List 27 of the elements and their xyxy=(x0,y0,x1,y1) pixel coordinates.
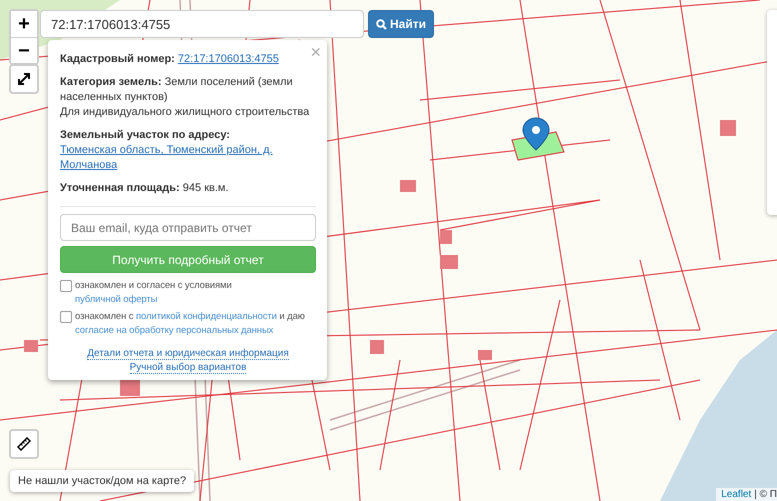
agreement-link[interactable]: публичной оферты xyxy=(75,294,158,305)
address-text: Земельный участок по адресу: Тюменская область, Тюменский район, д. Молчанова xyxy=(60,128,316,173)
search-field[interactable]: 72:17:1706013:4755 xyxy=(40,10,364,38)
map-marker-icon[interactable] xyxy=(522,118,550,150)
checkbox[interactable] xyxy=(60,311,72,323)
info-link[interactable]: Ручной выбор вариантов xyxy=(130,362,246,374)
search-icon xyxy=(376,18,387,30)
ruler-button[interactable] xyxy=(9,429,39,459)
fullscreen-button[interactable] xyxy=(9,64,39,94)
ruler-icon xyxy=(17,437,31,451)
email-field[interactable]: Ваш email, куда отправить отчет xyxy=(60,214,316,241)
agreement-link[interactable]: согласие на обработку персональных данных xyxy=(75,325,274,336)
expand-arrows-icon xyxy=(18,73,30,85)
area-text: Уточненная площадь: 945 кв.м. xyxy=(60,181,230,196)
not-found-button[interactable]: Не нашли участок/дом на карте? xyxy=(10,470,194,492)
address-link[interactable]: Тюменская область, Тюменский район, д. Молчанова xyxy=(60,143,316,173)
zoom-out-button[interactable]: − xyxy=(11,37,37,63)
info-link[interactable]: Детали отчета и юридическая информация xyxy=(87,348,289,360)
checkbox[interactable] xyxy=(60,280,72,292)
agreement-link[interactable]: политикой конфиденциальности xyxy=(136,311,277,322)
land-category-text: Категория земель: Земли поселений (земли населенных пунктов) Для индивидуального жилищного строительства xyxy=(60,75,310,120)
attribution-text: | © П xyxy=(754,489,777,500)
find-button[interactable]: Найти xyxy=(368,10,434,38)
cadastral-number-text: Кадастровый номер: 72:17:1706013:4755 xyxy=(60,52,280,67)
agreement-text: ознакомлен с политикой конфиденциальности и даю согласие на обработку персональных данных xyxy=(75,310,306,338)
leaflet-link[interactable]: Leaflet xyxy=(721,489,752,500)
cadastral-number-link[interactable]: 72:17:1706013:4755 xyxy=(178,53,279,65)
